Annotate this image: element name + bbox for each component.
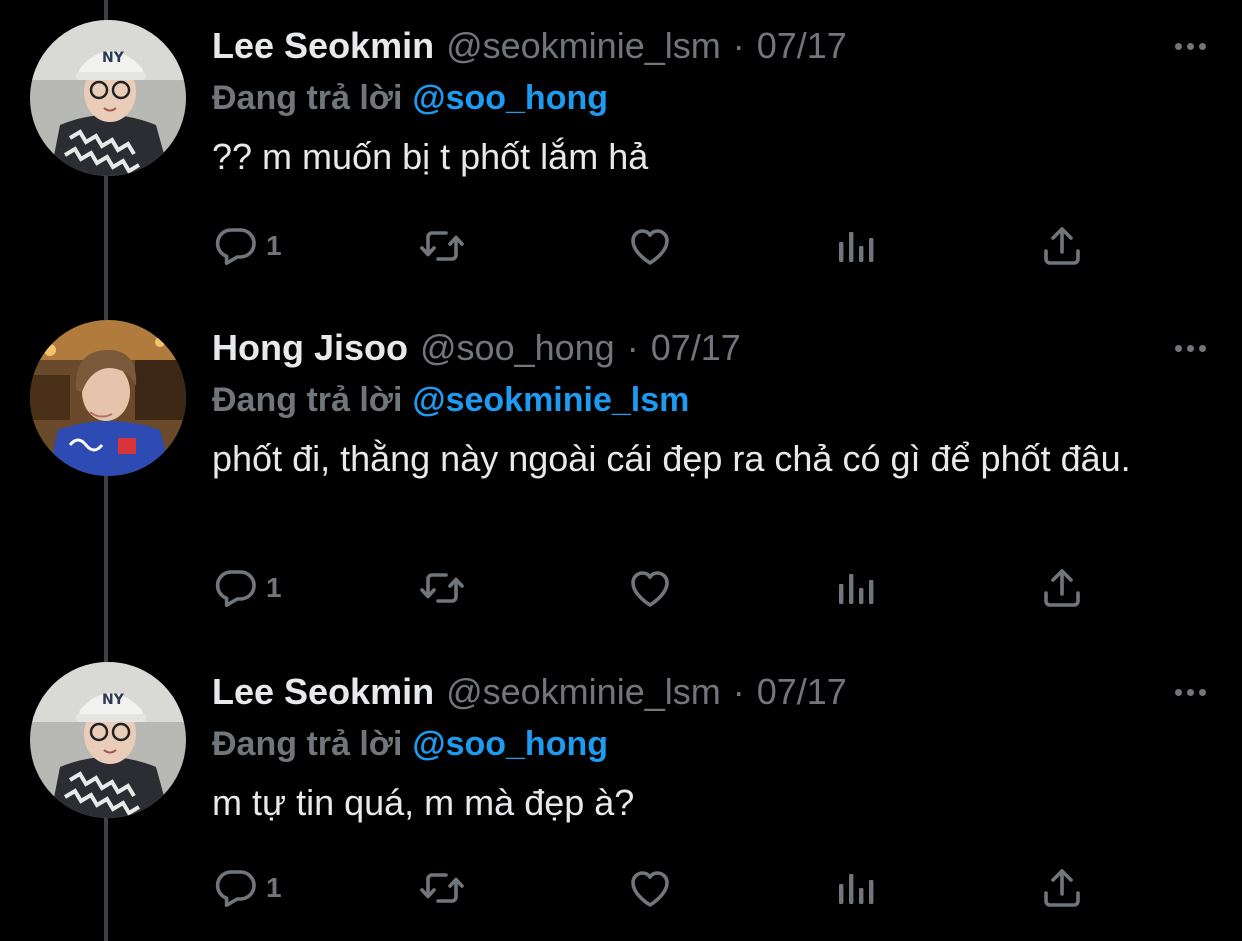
svg-text:NY: NY	[102, 692, 125, 708]
reply-icon	[212, 864, 260, 912]
retweet-icon	[418, 564, 466, 612]
more-icon[interactable]	[1170, 330, 1210, 366]
share-button[interactable]	[1038, 220, 1086, 272]
retweet-button[interactable]	[418, 562, 466, 614]
like-button[interactable]	[626, 220, 674, 272]
retweet-icon	[418, 864, 466, 912]
like-button[interactable]	[626, 562, 674, 614]
views-button[interactable]	[832, 562, 880, 614]
tweet-date[interactable]: 07/17	[651, 326, 741, 370]
reply-button[interactable]: 1	[212, 220, 282, 272]
views-icon	[832, 864, 880, 912]
person-avatar-icon[interactable]: NY	[30, 20, 186, 176]
replying-to-handle[interactable]: @soo_hong	[412, 725, 608, 763]
replying-to-label: Đang trả lời	[212, 381, 403, 419]
views-icon	[832, 222, 880, 270]
retweet-icon	[418, 222, 466, 270]
author-handle[interactable]: @seokminie_lsm	[446, 24, 721, 68]
replying-to-handle[interactable]: @seokminie_lsm	[412, 381, 689, 419]
separator-dot: ·	[626, 327, 639, 368]
author-name[interactable]: Lee Seokmin	[212, 670, 434, 714]
tweet-header: Lee Seokmin @seokminie_lsm · 07/17	[212, 24, 847, 68]
like-icon	[626, 222, 674, 270]
replying-to-label: Đang trả lời	[212, 79, 403, 117]
reply-button[interactable]: 1	[212, 862, 282, 914]
replying-to-handle[interactable]: @soo_hong	[412, 79, 608, 117]
replying-to: Đang trả lời @soo_hong	[212, 722, 608, 766]
reply-icon	[212, 564, 260, 612]
tweet[interactable]: NY Lee Seokmin @seokminie_lsm · 07/17 Đa…	[0, 662, 1242, 941]
tweet-actions: 1	[212, 862, 1112, 914]
replying-to-label: Đang trả lời	[212, 725, 403, 763]
share-button[interactable]	[1038, 862, 1086, 914]
reply-count: 1	[266, 872, 282, 903]
reply-count: 1	[266, 572, 282, 603]
views-button[interactable]	[832, 862, 880, 914]
tweet-date[interactable]: 07/17	[757, 24, 847, 68]
svg-text:NY: NY	[102, 50, 125, 66]
tweet-text: phốt đi, thằng này ngoài cái đẹp ra chả …	[212, 438, 1131, 479]
tweet-date[interactable]: 07/17	[757, 670, 847, 714]
author-handle[interactable]: @seokminie_lsm	[446, 670, 721, 714]
tweet-text: m tự tin quá, m mà đẹp à?	[212, 782, 635, 823]
tweet[interactable]: NY Lee Seokmin @seokminie_lsm · 07/17 Đa…	[0, 20, 1242, 294]
more-icon[interactable]	[1170, 28, 1210, 64]
reply-icon	[212, 222, 260, 270]
author-name[interactable]: Hong Jisoo	[212, 326, 408, 370]
share-button[interactable]	[1038, 562, 1086, 614]
reply-count: 1	[266, 230, 282, 261]
tweet[interactable]: Hong Jisoo @soo_hong · 07/17 Đang trả lờ…	[0, 320, 1242, 646]
author-handle[interactable]: @soo_hong	[420, 326, 615, 370]
tweet-header: Hong Jisoo @soo_hong · 07/17	[212, 326, 741, 370]
share-icon	[1038, 864, 1086, 912]
views-icon	[832, 564, 880, 612]
tweet-actions: 1	[212, 220, 1112, 272]
retweet-button[interactable]	[418, 862, 466, 914]
replying-to: Đang trả lời @soo_hong	[212, 76, 608, 120]
separator-dot: ·	[732, 671, 745, 712]
separator-dot: ·	[732, 25, 745, 66]
tweet-text: ?? m muốn bị t phốt lắm hả	[212, 136, 649, 177]
person-avatar-icon[interactable]	[30, 320, 186, 476]
person-avatar-icon[interactable]: NY	[30, 662, 186, 818]
reply-button[interactable]: 1	[212, 562, 282, 614]
tweet-header: Lee Seokmin @seokminie_lsm · 07/17	[212, 670, 847, 714]
share-icon	[1038, 564, 1086, 612]
like-icon	[626, 564, 674, 612]
tweet-actions: 1	[212, 562, 1112, 614]
replying-to: Đang trả lời @seokminie_lsm	[212, 378, 689, 422]
like-icon	[626, 864, 674, 912]
views-button[interactable]	[832, 220, 880, 272]
share-icon	[1038, 222, 1086, 270]
like-button[interactable]	[626, 862, 674, 914]
more-icon[interactable]	[1170, 674, 1210, 710]
author-name[interactable]: Lee Seokmin	[212, 24, 434, 68]
retweet-button[interactable]	[418, 220, 466, 272]
